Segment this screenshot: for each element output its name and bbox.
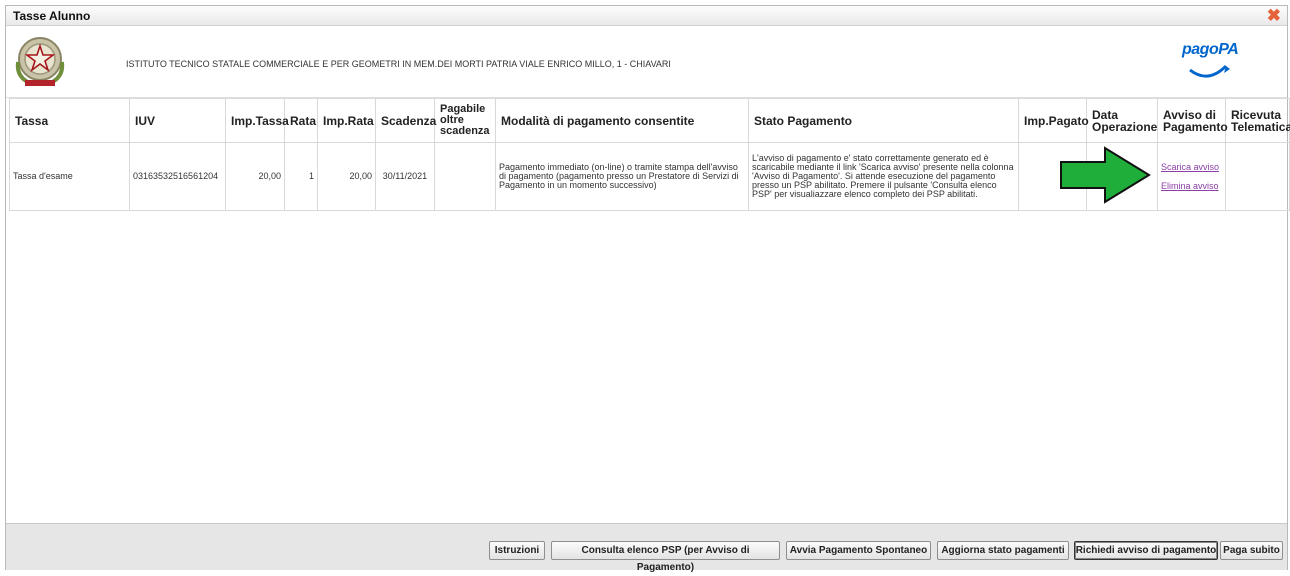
- cell-tassa: Tassa d'esame: [9, 142, 130, 211]
- tasse-alunno-window: Tasse Alunno ✖ ISTITUTO TECNICO STATALE …: [5, 5, 1290, 573]
- pagopa-swoosh-icon: [1189, 64, 1230, 78]
- column-header-imp-rata: Imp.Rata: [317, 98, 376, 143]
- column-header-iuv: IUV: [129, 98, 226, 143]
- green-arrow-icon: [1060, 146, 1151, 204]
- window-titlebar: Tasse Alunno ✖: [6, 6, 1287, 26]
- istruzioni-button[interactable]: Istruzioni: [489, 541, 545, 560]
- paga-subito-button[interactable]: Paga subito: [1220, 541, 1283, 560]
- close-icon[interactable]: ✖: [1267, 6, 1281, 26]
- cell-pagabile: [434, 142, 496, 211]
- pagopa-logo: pagoPA: [1168, 36, 1240, 86]
- footer-toolbar: Istruzioni Consulta elenco PSP (per Avvi…: [6, 523, 1287, 573]
- avvia-pagamento-spontaneo-button[interactable]: Avvia Pagamento Spontaneo: [786, 541, 931, 560]
- cell-imp-rata: 20,00: [317, 142, 376, 211]
- consulta-psp-button[interactable]: Consulta elenco PSP (per Avviso di Pagam…: [551, 541, 780, 573]
- elimina-avviso-link[interactable]: Elimina avviso: [1161, 181, 1222, 191]
- school-name: ISTITUTO TECNICO STATALE COMMERCIALE E P…: [126, 59, 671, 69]
- column-header-imp-pagato: Imp.Pagato: [1018, 98, 1089, 143]
- school-header: ISTITUTO TECNICO STATALE COMMERCIALE E P…: [6, 26, 1287, 98]
- cell-rata: 1: [284, 142, 318, 211]
- column-header-modalita: Modalità di pagamento consentite: [495, 98, 749, 143]
- cell-avviso: Scarica avviso Elimina avviso: [1157, 142, 1226, 211]
- column-header-scadenza: Scadenza: [375, 98, 436, 143]
- cell-iuv: 03163532516561204: [129, 142, 226, 211]
- richiedi-avviso-button[interactable]: Richiedi avviso di pagamento: [1074, 541, 1218, 560]
- column-header-tassa: Tassa: [9, 98, 130, 143]
- cell-scadenza: 30/11/2021: [375, 142, 435, 211]
- aggiorna-stato-button[interactable]: Aggiorna stato pagamenti: [937, 541, 1069, 560]
- cell-imp-tassa: 20,00: [225, 142, 285, 211]
- column-header-data-operazione: Data Operazione: [1086, 98, 1158, 143]
- cell-modalita: Pagamento immediato (on-line) o tramite …: [495, 142, 749, 211]
- table-header-row: Tassa IUV Imp.Tassa Rata Imp.Rata Scaden…: [9, 98, 1290, 143]
- scarica-avviso-link[interactable]: Scarica avviso: [1161, 162, 1222, 172]
- column-header-pagabile: Pagabile oltre scadenza: [434, 98, 496, 143]
- column-header-rata: Rata: [284, 98, 318, 143]
- cell-stato: L'avviso di pagamento e' stato correttam…: [748, 142, 1019, 211]
- column-header-ricevuta: Ricevuta Telematica: [1225, 98, 1290, 143]
- column-header-stato: Stato Pagamento: [748, 98, 1019, 143]
- cell-ricevuta: [1225, 142, 1290, 211]
- column-header-avviso: Avviso di Pagamento: [1157, 98, 1228, 143]
- window-title: Tasse Alunno: [13, 9, 91, 23]
- column-header-imp-tassa: Imp.Tassa: [225, 98, 289, 143]
- italian-republic-emblem-icon: [15, 37, 65, 86]
